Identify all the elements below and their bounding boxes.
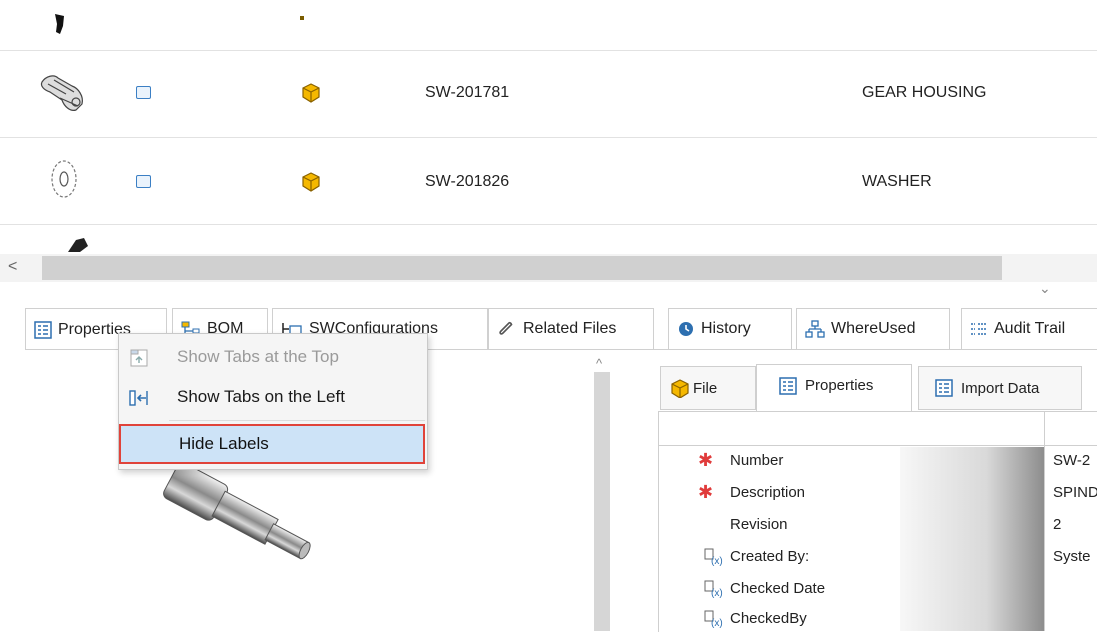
property-row-number[interactable]: ✱ Number SW-2 [660,450,1097,472]
menu-item-label: Show Tabs at the Top [177,347,339,366]
part-thumbnail [68,238,88,252]
paperclip-icon [497,320,517,338]
part-icon [302,172,320,192]
tabs-top-icon [130,349,148,367]
tab-history[interactable]: History [668,308,792,350]
decorative-dot [300,16,304,20]
tab-label: Audit Trail [994,320,1066,337]
part-icon [302,83,320,103]
required-asterisk-icon: ✱ [698,450,714,470]
tab-label: Import Data [961,379,1040,397]
property-row-checked-by[interactable]: (x) CheckedBy [660,608,1097,630]
property-row-created-by[interactable]: (x) Created By: Syste [660,546,1097,568]
label-gradient [900,447,1044,631]
properties-icon [779,377,797,395]
property-label: Checked Date [730,580,826,597]
row-checkbox[interactable] [136,175,151,188]
menu-separator [169,420,425,421]
tab-label: History [701,320,751,337]
part-description: GEAR HOUSING [862,84,987,101]
svg-text:(x): (x) [711,588,723,598]
tab-related-files[interactable]: Related Files [488,308,654,350]
properties-icon [34,320,52,339]
menu-item-show-tabs-left[interactable]: Show Tabs on the Left [119,378,427,416]
tab-whereused[interactable]: WhereUsed [796,308,950,350]
row-divider [0,137,1097,138]
property-value[interactable]: 2 [1053,516,1061,533]
tab-file[interactable]: File [660,366,756,410]
tab-audit-trail[interactable]: Audit Trail [961,308,1097,350]
tab-label: Properties [805,377,874,394]
tabs-left-icon [129,390,148,406]
menu-item-hide-labels[interactable]: Hide Labels [119,424,425,464]
grid-header-divider [659,445,1097,446]
import-data-icon [935,379,953,397]
variable-icon: (x) [704,548,723,566]
menu-item-show-tabs-top[interactable]: Show Tabs at the Top [119,338,427,376]
property-value[interactable]: Syste [1053,548,1091,565]
part-number: SW-201826 [425,173,510,190]
menu-item-label: Hide Labels [179,434,269,453]
gear-housing-thumbnail [40,75,83,111]
vertical-scrollbar-thumb[interactable] [594,372,610,631]
file-icon [669,378,689,398]
property-label: Revision [730,516,788,533]
part-description: WASHER [862,173,932,190]
audit-trail-icon [970,321,988,337]
property-label: Number [730,452,784,469]
part-number: SW-201781 [425,84,510,101]
property-label: Description [730,484,806,501]
property-row-description[interactable]: ✱ Description SPIND [660,482,1097,504]
variable-icon: (x) [704,610,723,628]
svg-text:(x): (x) [711,618,723,628]
tab-import-data[interactable]: Import Data [918,366,1082,410]
row-divider [0,224,1097,225]
property-label: CheckedBy [730,610,807,627]
part-thumbnail [55,14,64,34]
row-divider [0,50,1097,51]
scroll-left-arrow[interactable]: < [8,258,17,276]
tab-label: WhereUsed [831,320,916,337]
property-value[interactable]: SW-2 [1053,452,1090,469]
tab-label: Related Files [523,320,617,337]
variable-icon: (x) [704,580,723,598]
menu-item-label: Show Tabs on the Left [177,387,345,406]
scroll-up-chevron-icon[interactable]: ^ [596,356,602,371]
collapse-chevron-icon[interactable]: ⌄ [1039,280,1051,297]
washer-thumbnail [51,160,77,198]
spindle-preview-image [163,468,311,560]
svg-text:(x): (x) [711,556,723,566]
property-row-checked-date[interactable]: (x) Checked Date [660,578,1097,600]
property-label: Created By: [730,548,810,565]
scrollbar-thumb[interactable] [42,256,1002,280]
property-row-revision[interactable]: Revision 2 [660,514,1097,536]
history-icon [677,320,695,338]
where-used-icon [805,320,825,338]
tab-label: File [693,379,718,397]
property-value[interactable]: SPIND [1053,484,1097,501]
context-menu: Show Tabs at the Top Show Tabs on the Le… [118,333,428,470]
row-checkbox[interactable] [136,86,151,99]
required-asterisk-icon: ✱ [698,482,714,502]
tab-properties-inner[interactable]: Properties [756,364,912,412]
